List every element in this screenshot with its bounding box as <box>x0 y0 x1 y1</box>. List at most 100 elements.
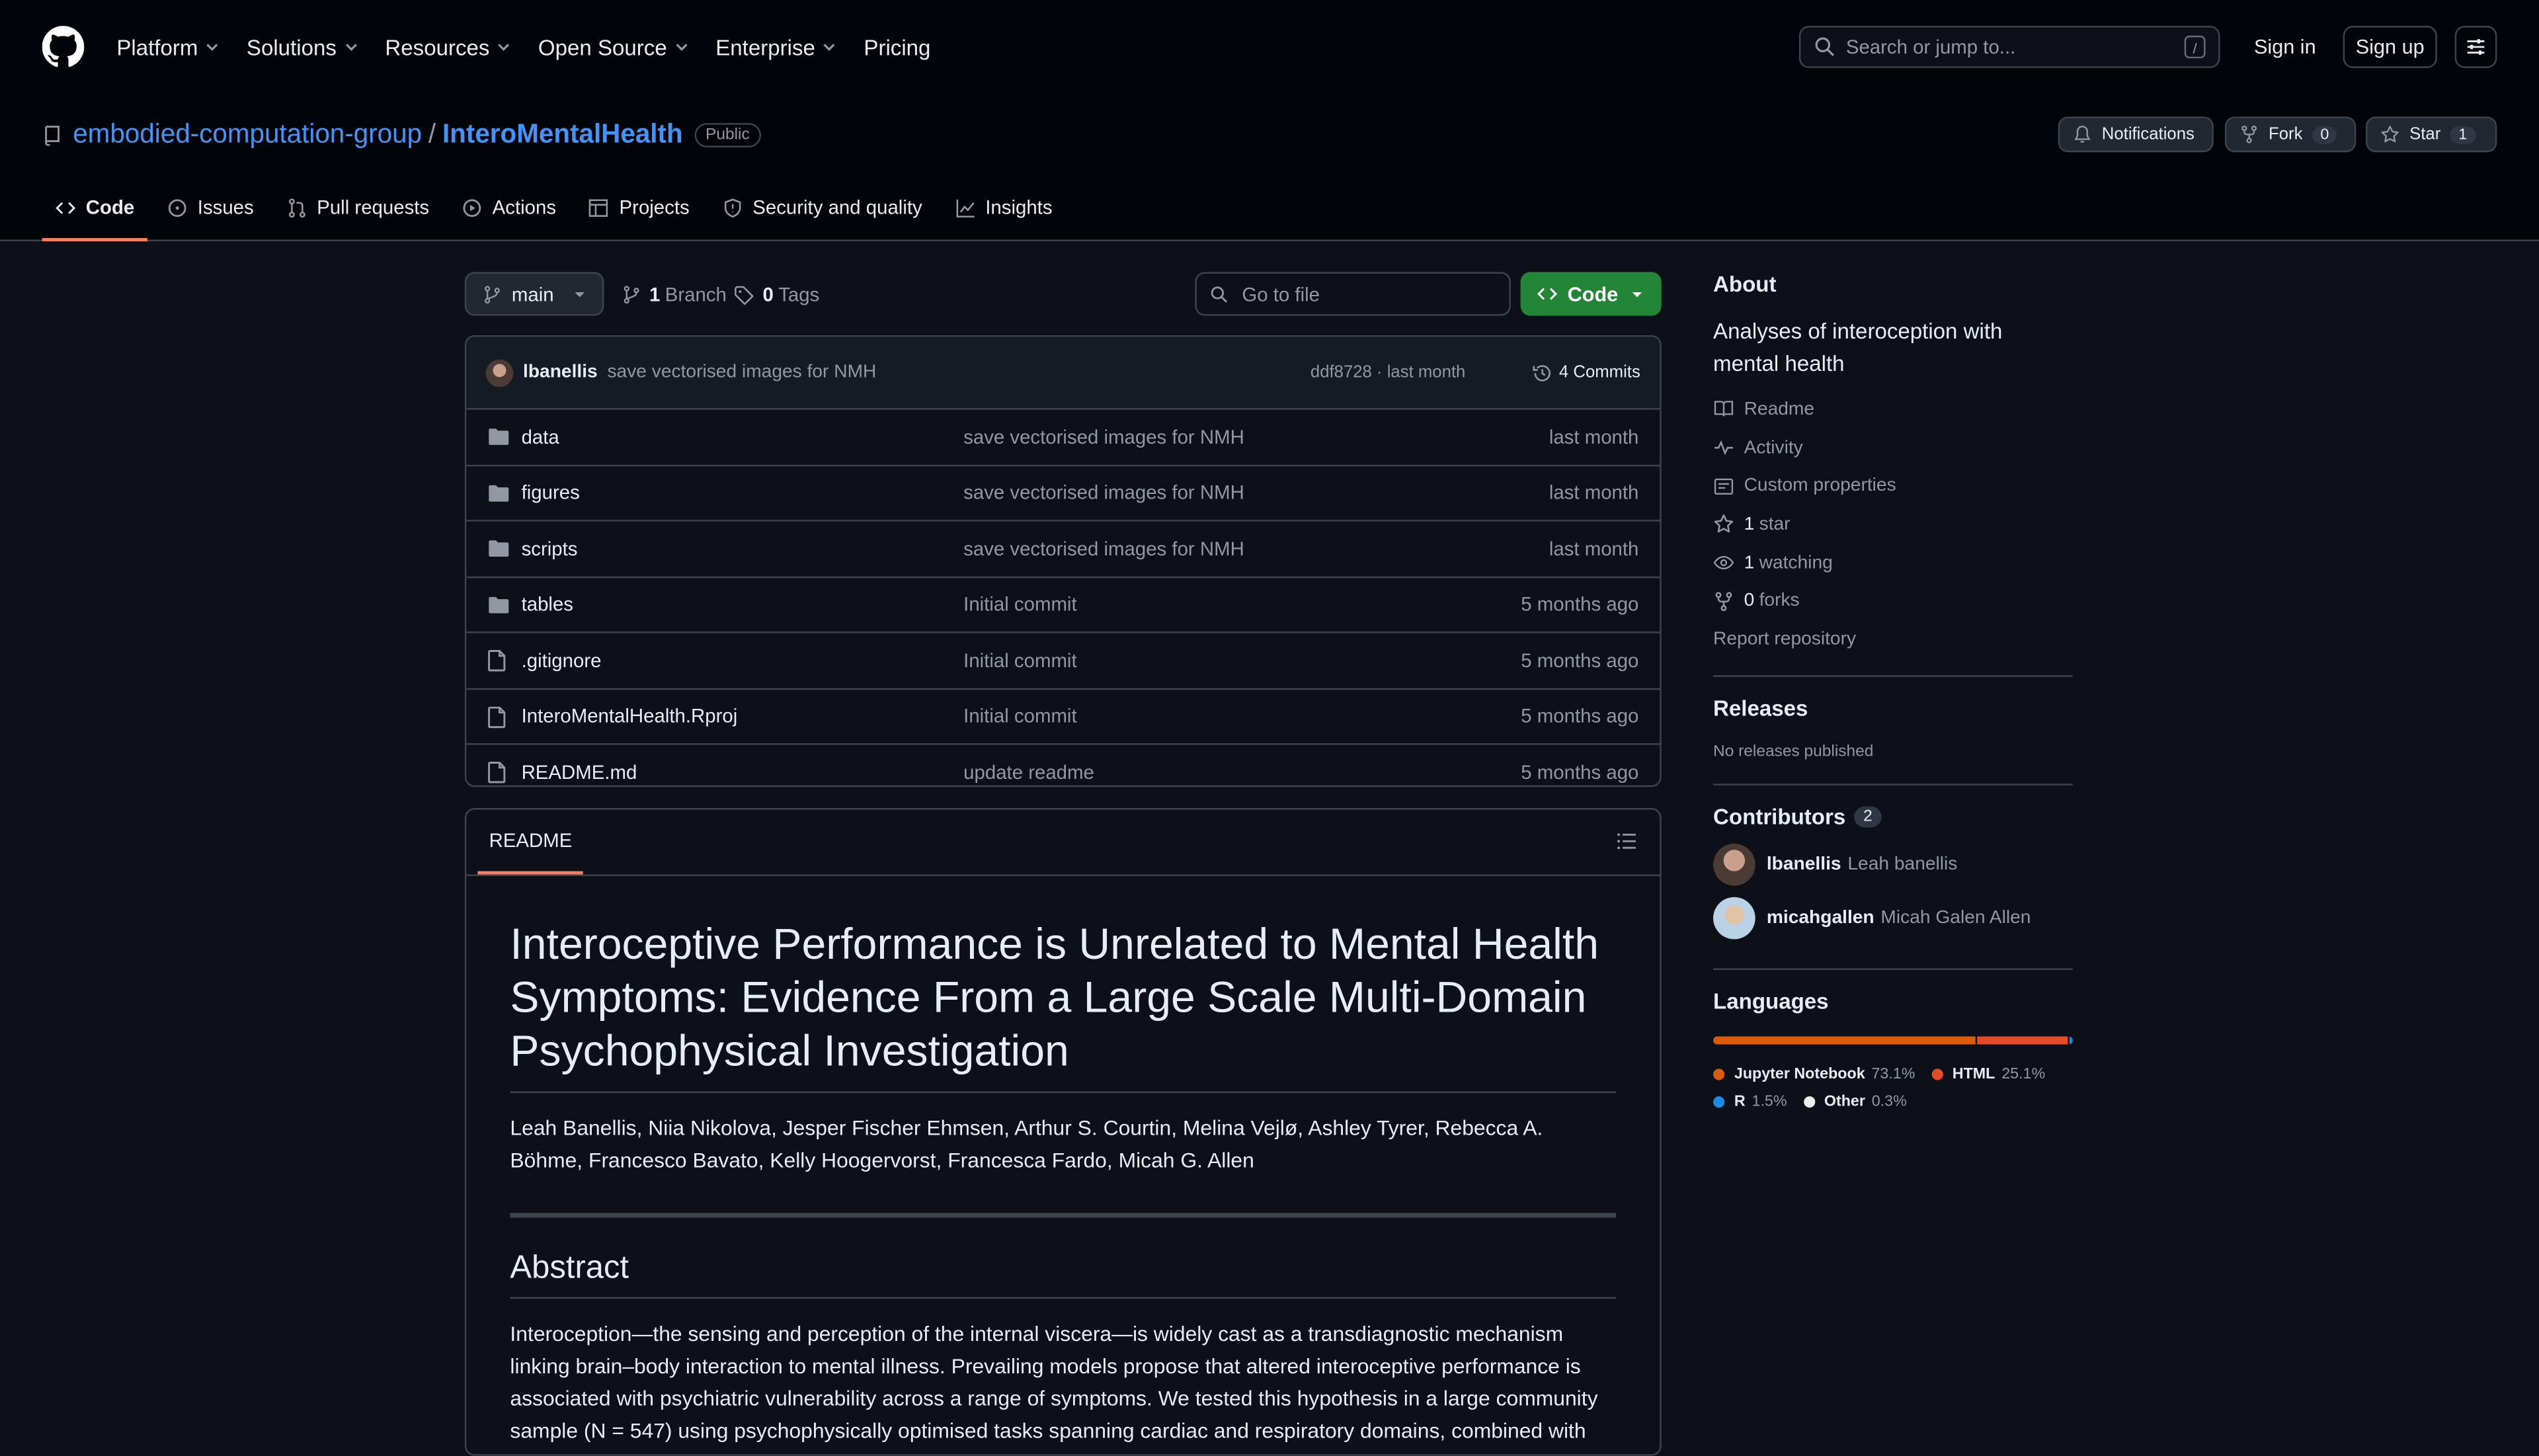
file-commit-message-link[interactable]: save vectorised images for NMH <box>963 537 1244 559</box>
file-commit-time: 5 months ago <box>1521 760 1639 784</box>
star-button[interactable]: Star 1 <box>2365 116 2497 153</box>
tab-actions[interactable]: Actions <box>449 177 569 238</box>
file-name-link[interactable]: InteroMentalHealth.Rproj <box>522 705 738 727</box>
report-repository-link[interactable]: Report repository <box>1713 620 2073 659</box>
nav-label: Open Source <box>538 34 667 60</box>
avatar <box>1713 844 1755 887</box>
file-row[interactable]: data save vectorised images for NMH last m… <box>466 410 1660 464</box>
avatar[interactable] <box>485 358 514 387</box>
github-logo-icon[interactable] <box>42 26 85 68</box>
file-row[interactable]: figures save vectorised images for NMH las… <box>466 464 1660 520</box>
repo-icon <box>45 126 60 146</box>
fork-icon <box>1715 591 1732 611</box>
language-color-dot <box>1713 1068 1725 1080</box>
branch-selector[interactable]: main <box>464 272 604 316</box>
contributors-heading[interactable]: Contributors 2 <box>1713 805 2073 829</box>
sign-in-link[interactable]: Sign in <box>2254 36 2316 58</box>
file-name-link[interactable]: .gitignore <box>522 649 602 671</box>
settings-menu-button[interactable] <box>2454 26 2497 68</box>
tab-insights[interactable]: Insights <box>942 177 1065 238</box>
file-row[interactable]: .gitignore Initial commit 5 months ago <box>466 631 1660 687</box>
file-commit-message-link[interactable]: save vectorised images for NMH <box>963 481 1244 504</box>
commits-count: 4 Commits <box>1558 362 1640 382</box>
file-row[interactable]: InteroMentalHealth.Rproj Initial commit 5 … <box>466 687 1660 743</box>
commit-author-link[interactable]: lbanellis <box>523 363 598 382</box>
nav-solutions[interactable]: Solutions <box>247 35 359 59</box>
readme-header: README <box>466 810 1660 876</box>
commit-message-link[interactable]: save vectorised images for NMH <box>607 363 876 382</box>
sign-up-button[interactable]: Sign up <box>2343 26 2437 68</box>
file-commit-message-link[interactable]: Initial commit <box>963 649 1076 671</box>
about-link-forks[interactable]: 0 forks <box>1713 582 2073 620</box>
file-row[interactable]: tables Initial commit 5 months ago <box>466 575 1660 631</box>
notifications-button[interactable]: Notifications <box>2058 116 2214 153</box>
tab-security[interactable]: Security and quality <box>709 177 935 238</box>
language-item[interactable]: Other 0.3% <box>1803 1088 1907 1115</box>
tab-code[interactable]: Code <box>42 177 147 241</box>
global-header: Platform Solutions Resources Open Source… <box>0 0 2539 95</box>
tab-projects[interactable]: Projects <box>575 177 702 238</box>
file-rows: data save vectorised images for NMH last m… <box>466 410 1660 786</box>
branches-label: Branch <box>665 283 727 306</box>
nav-enterprise[interactable]: Enterprise <box>715 34 838 60</box>
file-name-link[interactable]: figures <box>522 481 580 504</box>
nav-open-source[interactable]: Open Source <box>538 34 690 60</box>
file-commit-message-link[interactable]: update readme <box>963 760 1094 783</box>
about-link-custom-properties[interactable]: Custom properties <box>1713 467 2073 505</box>
nav-label: Enterprise <box>715 34 815 60</box>
file-commit-message-link[interactable]: save vectorised images for NMH <box>963 425 1244 448</box>
folder-icon <box>489 540 509 557</box>
about-link-label: watching <box>1759 553 1833 573</box>
go-to-file-placeholder: Go to file <box>1242 282 1320 305</box>
search-input[interactable]: Search or jump to... / <box>1798 26 2220 68</box>
language-item[interactable]: HTML 25.1% <box>1931 1061 2045 1088</box>
fork-button[interactable]: Fork 0 <box>2224 116 2357 153</box>
star-label: Star <box>2409 124 2441 144</box>
file-row[interactable]: scripts save vectorised images for NMH las… <box>466 520 1660 575</box>
file-commit-time: 5 months ago <box>1521 592 1639 616</box>
about-link-star[interactable]: 1 star <box>1713 505 2073 544</box>
language-item[interactable]: Jupyter Notebook 73.1% <box>1713 1061 1915 1088</box>
file-commit-time: 5 months ago <box>1521 649 1639 672</box>
go-to-file-input[interactable]: Go to file <box>1195 272 1511 316</box>
nav-resources[interactable]: Resources <box>385 35 512 59</box>
about-link-label: star <box>1759 514 1791 534</box>
readme-authors: Leah Banellis, Niia Nikolova, Jesper Fis… <box>510 1115 1543 1173</box>
file-commit-message-link[interactable]: Initial commit <box>963 705 1076 727</box>
tab-pull-requests[interactable]: Pull requests <box>273 177 442 238</box>
repo-tabs: Code Issues Pull requests Actions Projec… <box>42 177 1072 241</box>
file-name-link[interactable]: README.md <box>522 760 637 783</box>
list-unordered-icon[interactable] <box>1616 830 1637 852</box>
contributor-item[interactable]: lbanellis Leah banellis <box>1713 838 2073 892</box>
file-name-link[interactable]: tables <box>522 593 573 616</box>
bell-icon <box>2074 126 2091 143</box>
about-link-activity[interactable]: Activity <box>1713 428 2073 467</box>
repo-name-link[interactable]: InteroMentalHealth <box>442 120 683 151</box>
file-commit-time: 5 months ago <box>1521 704 1639 728</box>
branches-link[interactable]: 1 Branch <box>622 283 727 306</box>
issue-icon <box>168 198 186 216</box>
readme-tab[interactable]: README <box>477 810 584 875</box>
nav-platform[interactable]: Platform <box>116 35 220 59</box>
language-item[interactable]: R 1.5% <box>1713 1088 1787 1115</box>
fork-count: 0 <box>2312 125 2337 143</box>
branch-icon <box>485 285 500 303</box>
tab-issues[interactable]: Issues <box>154 177 267 238</box>
search-shortcut-key: / <box>2184 35 2206 59</box>
commit-sha-link[interactable]: ddf8728 · last month <box>1310 363 1465 382</box>
code-dropdown-button[interactable]: Code <box>1520 272 1662 316</box>
file-name-link[interactable]: scripts <box>522 537 578 559</box>
repo-owner-link[interactable]: embodied-computation-group <box>73 120 422 151</box>
tags-link[interactable]: 0 Tags <box>733 284 819 306</box>
language-percent: 25.1% <box>2001 1065 2046 1083</box>
nav-pricing[interactable]: Pricing <box>864 35 930 60</box>
file-row[interactable]: README.md update readme 5 months ago <box>466 743 1660 786</box>
commits-history-link[interactable]: 4 Commits <box>1531 362 1640 383</box>
about-link-watching[interactable]: 1 watching <box>1713 544 2073 582</box>
about-link-readme[interactable]: Readme <box>1713 390 2073 428</box>
releases-heading[interactable]: Releases <box>1713 696 2073 721</box>
contributor-item[interactable]: micahgallen Micah Galen Allen <box>1713 892 2073 946</box>
file-name-link[interactable]: data <box>522 425 559 448</box>
file-commit-message-link[interactable]: Initial commit <box>963 593 1076 616</box>
caret-down-icon <box>1632 291 1642 297</box>
